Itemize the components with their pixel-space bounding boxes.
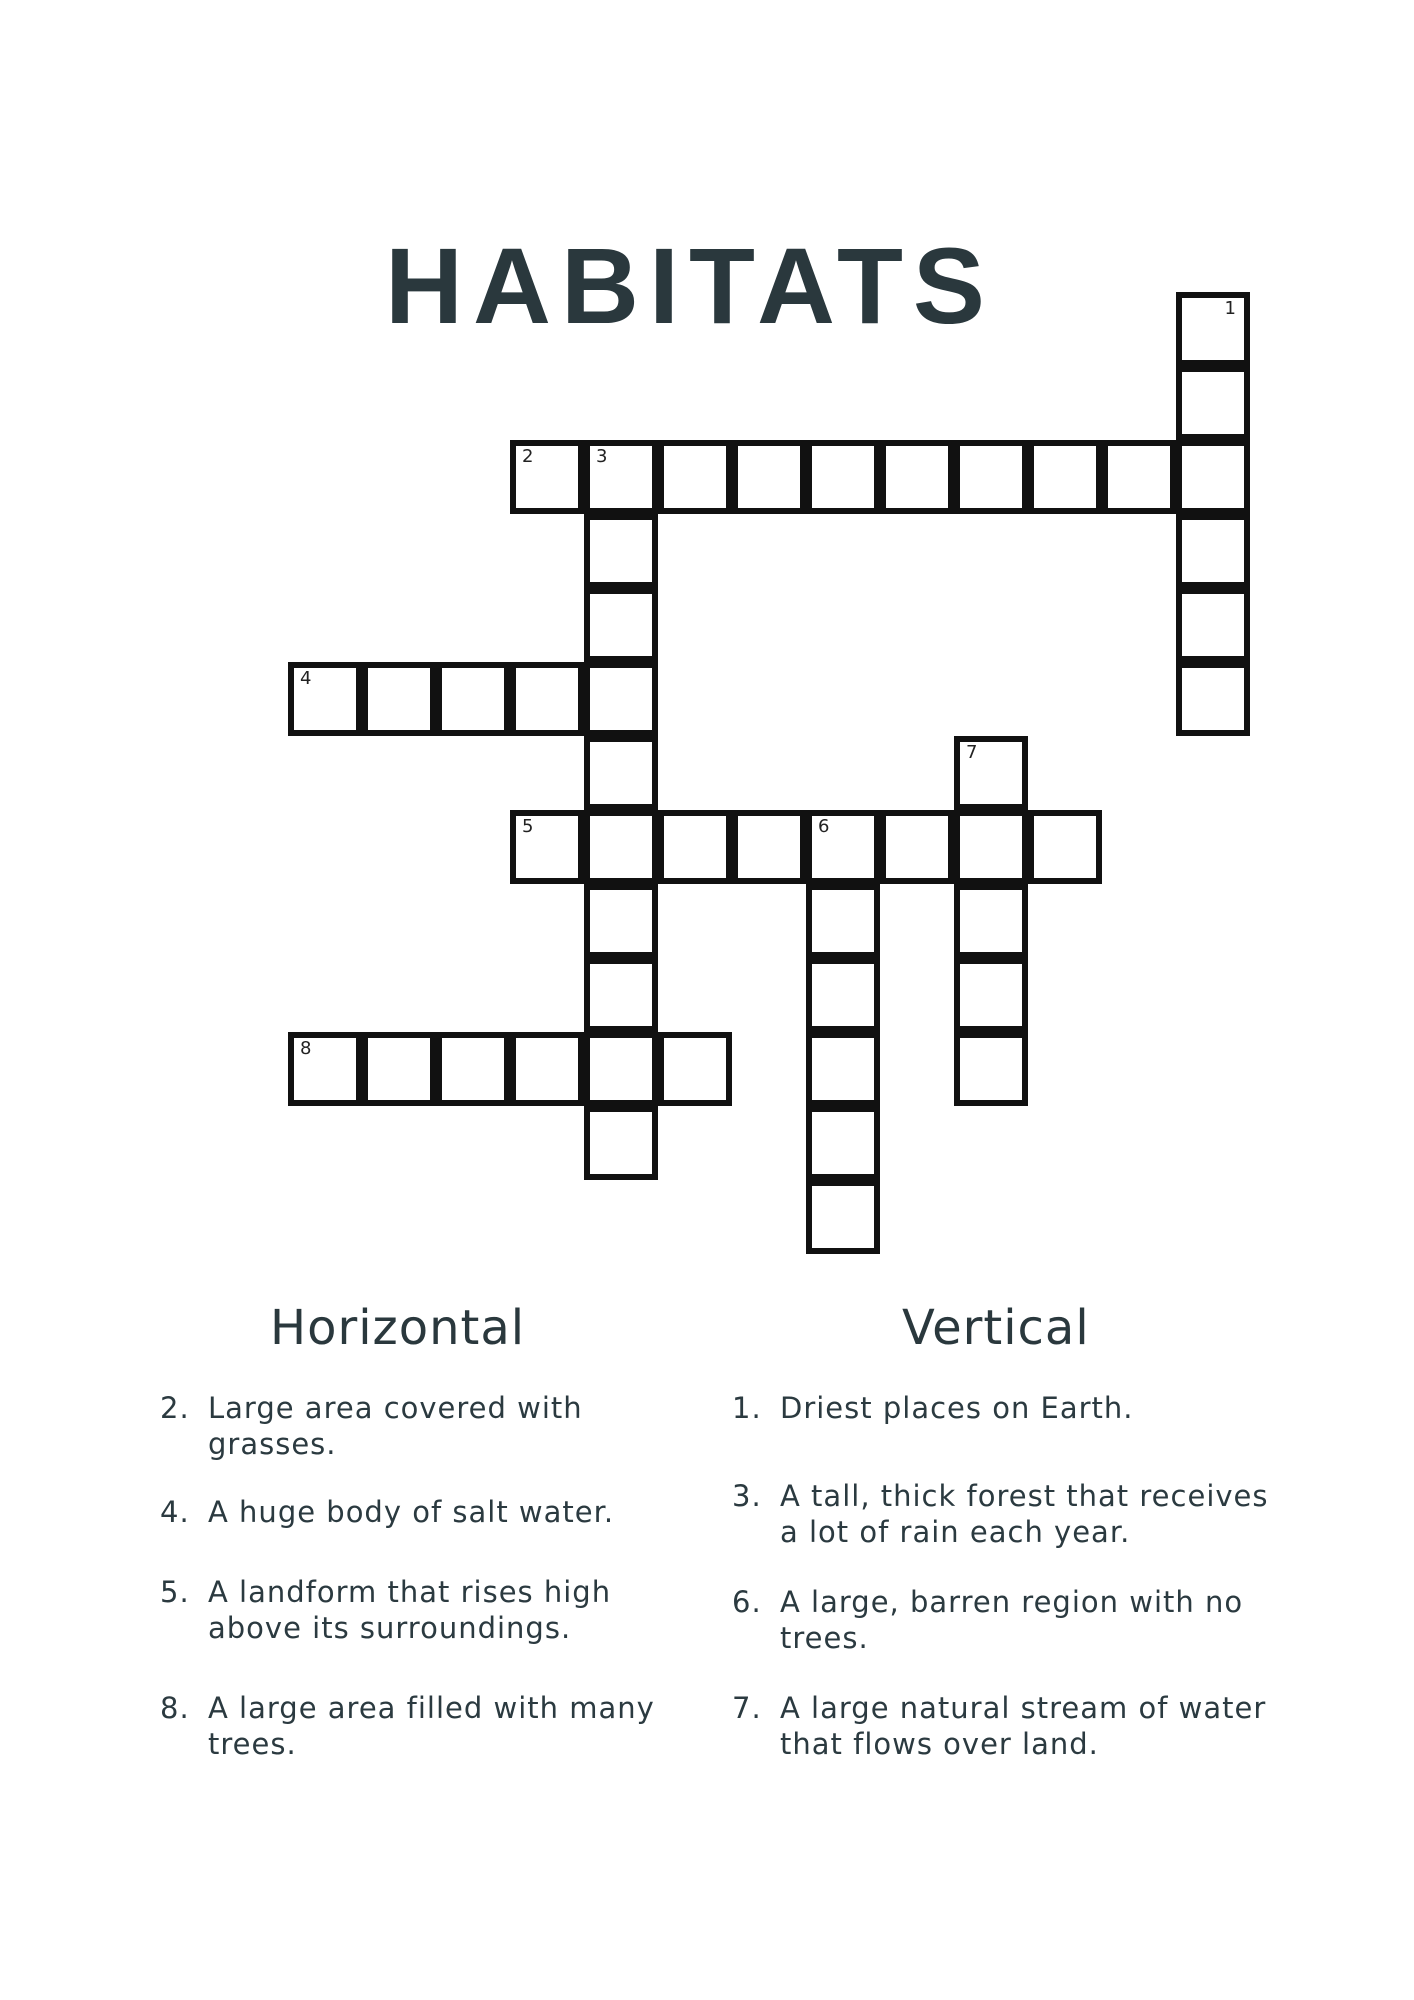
- grid-cell[interactable]: [584, 662, 658, 736]
- grid-cell[interactable]: 8: [288, 1032, 362, 1106]
- clue-down-6: 6. A large, barren region with no trees.: [732, 1584, 1292, 1656]
- grid-cell[interactable]: 5: [510, 810, 584, 884]
- grid-cell[interactable]: [1102, 440, 1176, 514]
- grid-cell[interactable]: [658, 440, 732, 514]
- grid-cell[interactable]: [806, 1180, 880, 1254]
- clue-down-7: 7. A large natural stream of water that …: [732, 1690, 1292, 1762]
- clue-number: 2.: [160, 1391, 190, 1425]
- grid-cell-number: 4: [300, 668, 312, 689]
- grid-cell[interactable]: 7: [954, 736, 1028, 810]
- grid-cell[interactable]: [658, 810, 732, 884]
- grid-cell[interactable]: [1176, 514, 1250, 588]
- clue-number: 8.: [160, 1691, 190, 1725]
- clue-number: 4.: [160, 1495, 190, 1529]
- grid-cell[interactable]: [954, 1032, 1028, 1106]
- grid-cell[interactable]: [1176, 588, 1250, 662]
- grid-cell[interactable]: [584, 810, 658, 884]
- grid-cell[interactable]: [1176, 440, 1250, 514]
- grid-cell[interactable]: [362, 662, 436, 736]
- grid-cell[interactable]: [954, 884, 1028, 958]
- grid-cell[interactable]: [1176, 662, 1250, 736]
- grid-cell-number: 7: [966, 742, 978, 763]
- grid-cell[interactable]: [1028, 440, 1102, 514]
- clue-number: 1.: [732, 1391, 762, 1425]
- grid-cell[interactable]: [510, 662, 584, 736]
- grid-cell[interactable]: 6: [806, 810, 880, 884]
- clue-down-1: 1. Driest places on Earth.: [732, 1390, 1292, 1426]
- grid-cell[interactable]: [954, 958, 1028, 1032]
- clue-number: 6.: [732, 1585, 762, 1619]
- clue-across-5: 5. A landform that rises high above its …: [160, 1574, 680, 1646]
- clue-number: 3.: [732, 1479, 762, 1513]
- grid-cell[interactable]: [1176, 366, 1250, 440]
- grid-cell[interactable]: [1028, 810, 1102, 884]
- grid-cell[interactable]: [584, 1032, 658, 1106]
- grid-cell[interactable]: [658, 1032, 732, 1106]
- page-title: HABITATS: [385, 225, 995, 346]
- grid-cell-number: 3: [596, 446, 608, 467]
- grid-cell[interactable]: [880, 810, 954, 884]
- grid-cell[interactable]: [584, 1106, 658, 1180]
- clue-across-8: 8. A large area filled with many trees.: [160, 1690, 680, 1762]
- grid-cell[interactable]: [584, 514, 658, 588]
- clue-down-3: 3. A tall, thick forest that receives a …: [732, 1478, 1292, 1550]
- grid-cell[interactable]: [806, 440, 880, 514]
- clue-number: 5.: [160, 1575, 190, 1609]
- grid-cell[interactable]: [806, 1032, 880, 1106]
- clue-text: Large area covered with grasses.: [208, 1391, 583, 1461]
- clue-text: A huge body of salt water.: [208, 1495, 615, 1529]
- grid-cell[interactable]: [732, 810, 806, 884]
- grid-cell[interactable]: [732, 440, 806, 514]
- down-heading: Vertical: [902, 1300, 1090, 1356]
- grid-cell[interactable]: [436, 662, 510, 736]
- grid-cell[interactable]: [436, 1032, 510, 1106]
- clue-across-4: 4. A huge body of salt water.: [160, 1494, 680, 1530]
- grid-cell[interactable]: [806, 1106, 880, 1180]
- grid-cell[interactable]: [806, 884, 880, 958]
- grid-cell-number: 8: [300, 1038, 312, 1059]
- grid-cell[interactable]: [584, 588, 658, 662]
- grid-cell[interactable]: 4: [288, 662, 362, 736]
- clue-text: Driest places on Earth.: [780, 1391, 1134, 1425]
- grid-cell-number: 5: [522, 816, 534, 837]
- grid-cell[interactable]: [584, 736, 658, 810]
- clue-number: 7.: [732, 1691, 762, 1725]
- grid-cell[interactable]: 2: [510, 440, 584, 514]
- grid-cell[interactable]: [510, 1032, 584, 1106]
- clue-text: A large area filled with many trees.: [208, 1691, 655, 1761]
- grid-cell[interactable]: [362, 1032, 436, 1106]
- clue-across-2: 2. Large area covered with grasses.: [160, 1390, 680, 1462]
- grid-cell[interactable]: 3: [584, 440, 658, 514]
- across-heading: Horizontal: [270, 1300, 526, 1356]
- clue-text: A landform that rises high above its sur…: [208, 1575, 612, 1645]
- grid-cell[interactable]: [806, 958, 880, 1032]
- grid-cell[interactable]: [584, 884, 658, 958]
- clue-text: A large, barren region with no trees.: [780, 1585, 1244, 1655]
- grid-cell[interactable]: [880, 440, 954, 514]
- grid-cell-number: 2: [522, 446, 534, 467]
- grid-cell[interactable]: [954, 440, 1028, 514]
- grid-cell[interactable]: [584, 958, 658, 1032]
- grid-cell[interactable]: [954, 810, 1028, 884]
- clue-text: A large natural stream of water that flo…: [780, 1691, 1267, 1761]
- clue-text: A tall, thick forest that receives a lot…: [780, 1479, 1269, 1549]
- grid-cell-number: 6: [818, 816, 830, 837]
